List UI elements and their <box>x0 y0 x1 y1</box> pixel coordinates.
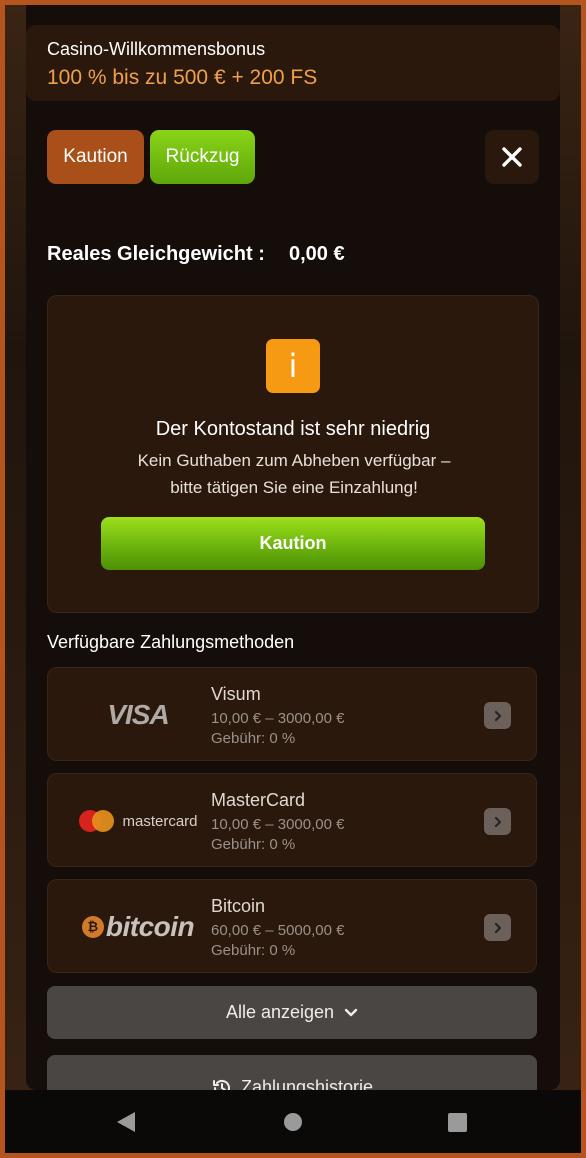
info-icon: i <box>266 339 320 393</box>
method-range: 10,00 € – 3000,00 € <box>211 816 345 833</box>
low-balance-alert: i Der Kontostand ist sehr niedrig Kein G… <box>47 295 539 613</box>
method-fee: Gebühr: 0 % <box>211 836 296 853</box>
mastercard-logo-text: mastercard <box>122 812 198 830</box>
alert-text-line: Kein Guthaben zum Abheben verfügbar – <box>137 451 451 470</box>
chevron-down-icon <box>344 1008 358 1016</box>
alert-text: Kein Guthaben zum Abheben verfügbar – bi… <box>88 447 500 501</box>
bitcoin-logo-text: bitcoin <box>105 911 195 942</box>
method-name: Visum <box>211 684 261 704</box>
visa-logo: VISA <box>48 668 228 762</box>
welcome-bonus-card[interactable]: Casino-Willkommensbonus 100 % bis zu 500… <box>26 25 560 101</box>
mastercard-circles-icon <box>79 810 115 832</box>
visa-logo-text: VISA <box>107 699 169 730</box>
bitcoin-coin-icon: ₿ <box>81 916 104 938</box>
bonus-title: Casino-Willkommensbonus <box>47 39 266 59</box>
payment-history-button[interactable]: Zahlungshistorie <box>47 1055 537 1090</box>
payment-history-label: Zahlungshistorie <box>240 1077 374 1090</box>
method-range: 60,00 € – 5000,00 € <box>211 922 345 939</box>
method-fee: Gebühr: 0 % <box>211 730 296 747</box>
bonus-value: 100 % bis zu 500 € + 200 FS <box>47 66 318 89</box>
method-name: Bitcoin <box>211 896 266 916</box>
tab-deposit[interactable]: Kaution <box>47 130 144 184</box>
chevron-right-icon[interactable] <box>484 914 511 941</box>
system-nav-bar <box>5 1090 581 1153</box>
alert-title: Der Kontostand ist sehr niedrig <box>155 418 431 440</box>
method-fee: Gebühr: 0 % <box>211 942 296 959</box>
payment-method-mastercard[interactable]: mastercard MasterCard 10,00 € – 3000,00 … <box>47 773 537 867</box>
close-button[interactable] <box>485 130 539 184</box>
mastercard-logo: mastercard <box>48 774 228 868</box>
recent-apps-icon[interactable] <box>448 1113 467 1132</box>
payment-methods-title: Verfügbare Zahlungsmethoden <box>47 632 295 652</box>
tab-withdraw[interactable]: Rückzug <box>150 130 255 184</box>
back-icon[interactable] <box>115 1110 137 1134</box>
app-frame: Casino-Willkommensbonus 100 % bis zu 500… <box>5 5 581 1153</box>
payment-method-bitcoin[interactable]: ₿ bitcoin Bitcoin 60,00 € – 5000,00 € Ge… <box>47 879 537 973</box>
method-name: MasterCard <box>211 790 306 810</box>
withdraw-modal: Casino-Willkommensbonus 100 % bis zu 500… <box>26 5 560 1090</box>
chevron-right-icon[interactable] <box>484 702 511 729</box>
show-all-label: Alle anzeigen <box>225 1002 335 1022</box>
method-range: 10,00 € – 3000,00 € <box>211 710 345 727</box>
balance-label: Reales Gleichgewicht : <box>47 243 265 265</box>
alert-text-line: bitte tätigen Sie eine Einzahlung! <box>170 478 418 497</box>
bitcoin-logo: ₿ bitcoin <box>48 880 228 974</box>
history-icon <box>212 1079 230 1090</box>
payment-method-visa[interactable]: VISA Visum 10,00 € – 3000,00 € Gebühr: 0… <box>47 667 537 761</box>
chevron-right-icon[interactable] <box>484 808 511 835</box>
balance-value: 0,00 € <box>289 243 345 265</box>
show-all-button[interactable]: Alle anzeigen <box>47 986 537 1039</box>
close-icon <box>502 147 522 167</box>
home-icon[interactable] <box>284 1113 302 1131</box>
deposit-button[interactable]: Kaution <box>101 517 485 570</box>
